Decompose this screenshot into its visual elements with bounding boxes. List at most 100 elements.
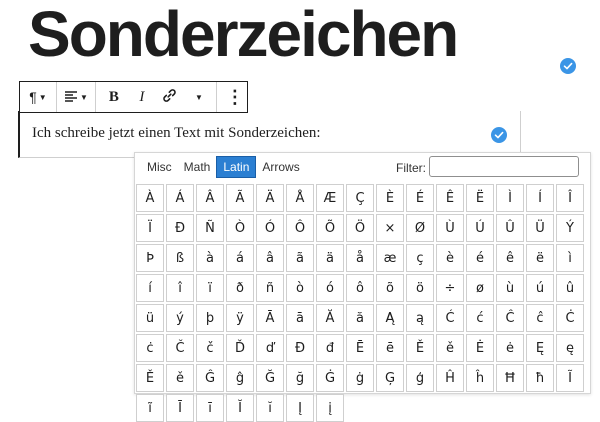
character-cell[interactable]: á: [226, 244, 254, 272]
character-cell[interactable]: Ě: [406, 334, 434, 362]
paragraph-text[interactable]: Ich schreibe jetzt einen Text mit Sonder…: [32, 125, 321, 142]
character-cell[interactable]: ġ: [346, 364, 374, 392]
character-cell[interactable]: Û: [496, 214, 524, 242]
character-cell[interactable]: ě: [166, 364, 194, 392]
character-cell[interactable]: ó: [316, 274, 344, 302]
character-cell[interactable]: Ę: [526, 334, 554, 362]
character-cell[interactable]: æ: [376, 244, 404, 272]
character-cell[interactable]: ï: [196, 274, 224, 302]
character-cell[interactable]: Į: [286, 394, 314, 422]
character-cell[interactable]: Ĥ: [436, 364, 464, 392]
character-cell[interactable]: Ď: [226, 334, 254, 362]
character-cell[interactable]: Ò: [226, 214, 254, 242]
character-cell[interactable]: ĝ: [226, 364, 254, 392]
character-cell[interactable]: Æ: [316, 184, 344, 212]
character-cell[interactable]: ö: [406, 274, 434, 302]
character-cell[interactable]: ñ: [256, 274, 284, 302]
character-cell[interactable]: ß: [166, 244, 194, 272]
character-cell[interactable]: ĩ: [136, 394, 164, 422]
character-cell[interactable]: ì: [556, 244, 584, 272]
character-cell[interactable]: ô: [346, 274, 374, 302]
character-cell[interactable]: Ý: [556, 214, 584, 242]
character-cell[interactable]: ç: [406, 244, 434, 272]
character-cell[interactable]: é: [466, 244, 494, 272]
italic-button[interactable]: I: [128, 83, 156, 111]
character-cell[interactable]: Ĩ: [556, 364, 584, 392]
character-cell[interactable]: ħ: [526, 364, 554, 392]
character-cell[interactable]: Ġ: [316, 364, 344, 392]
character-cell[interactable]: ù: [496, 274, 524, 302]
character-cell[interactable]: ü: [136, 304, 164, 332]
character-cell[interactable]: Ñ: [196, 214, 224, 242]
character-cell[interactable]: à: [196, 244, 224, 272]
character-cell[interactable]: ě: [436, 334, 464, 362]
character-cell[interactable]: Ą: [376, 304, 404, 332]
character-cell[interactable]: Ã: [226, 184, 254, 212]
character-cell[interactable]: č: [196, 334, 224, 362]
character-cell[interactable]: Ó: [256, 214, 284, 242]
character-cell[interactable]: Ī: [166, 394, 194, 422]
character-cell[interactable]: þ: [196, 304, 224, 332]
character-cell[interactable]: å: [346, 244, 374, 272]
character-cell[interactable]: ð: [226, 274, 254, 302]
more-rich-text-button[interactable]: ▼: [184, 83, 212, 111]
character-cell[interactable]: ÿ: [226, 304, 254, 332]
character-cell[interactable]: ê: [496, 244, 524, 272]
character-cell[interactable]: ę: [556, 334, 584, 362]
tab-misc[interactable]: Misc: [141, 157, 178, 177]
more-options-button[interactable]: ⋮: [221, 83, 249, 111]
character-cell[interactable]: Ú: [466, 214, 494, 242]
character-cell[interactable]: Ë: [466, 184, 494, 212]
character-cell[interactable]: õ: [376, 274, 404, 302]
character-cell[interactable]: Ĭ: [226, 394, 254, 422]
character-cell[interactable]: Ă: [316, 304, 344, 332]
character-cell[interactable]: Ć: [436, 304, 464, 332]
bold-button[interactable]: B: [100, 83, 128, 111]
character-cell[interactable]: Ě: [136, 364, 164, 392]
character-cell[interactable]: É: [406, 184, 434, 212]
character-cell[interactable]: Ā: [256, 304, 284, 332]
character-cell[interactable]: ć: [466, 304, 494, 332]
character-cell[interactable]: Ì: [496, 184, 524, 212]
character-cell[interactable]: Î: [556, 184, 584, 212]
character-cell[interactable]: Õ: [316, 214, 344, 242]
character-cell[interactable]: î: [166, 274, 194, 302]
character-cell[interactable]: Ğ: [256, 364, 284, 392]
tab-math[interactable]: Math: [178, 157, 217, 177]
character-cell[interactable]: À: [136, 184, 164, 212]
character-cell[interactable]: Č: [166, 334, 194, 362]
character-cell[interactable]: Đ: [286, 334, 314, 362]
character-cell[interactable]: ã: [286, 244, 314, 272]
character-cell[interactable]: Í: [526, 184, 554, 212]
character-cell[interactable]: ă: [346, 304, 374, 332]
character-cell[interactable]: Ĉ: [496, 304, 524, 332]
character-cell[interactable]: ğ: [286, 364, 314, 392]
character-cell[interactable]: ĭ: [256, 394, 284, 422]
character-cell[interactable]: Ù: [436, 214, 464, 242]
character-cell[interactable]: ē: [376, 334, 404, 362]
paragraph-block[interactable]: Ich schreibe jetzt einen Text mit Sonder…: [18, 111, 521, 158]
character-cell[interactable]: â: [256, 244, 284, 272]
character-cell[interactable]: ú: [526, 274, 554, 302]
character-cell[interactable]: Ċ: [556, 304, 584, 332]
character-cell[interactable]: Â: [196, 184, 224, 212]
character-cell[interactable]: ī: [196, 394, 224, 422]
align-button[interactable]: ▼: [61, 83, 91, 111]
character-cell[interactable]: Å: [286, 184, 314, 212]
character-cell[interactable]: Á: [166, 184, 194, 212]
character-cell[interactable]: ×: [376, 214, 404, 242]
character-cell[interactable]: į: [316, 394, 344, 422]
filter-input[interactable]: [429, 156, 579, 177]
character-cell[interactable]: È: [376, 184, 404, 212]
tab-arrows[interactable]: Arrows: [256, 157, 305, 177]
character-cell[interactable]: Ē: [346, 334, 374, 362]
character-cell[interactable]: Ä: [256, 184, 284, 212]
character-cell[interactable]: ċ: [136, 334, 164, 362]
character-cell[interactable]: Ç: [346, 184, 374, 212]
link-button[interactable]: [156, 83, 184, 111]
character-cell[interactable]: ý: [166, 304, 194, 332]
character-cell[interactable]: ĉ: [526, 304, 554, 332]
character-cell[interactable]: ā: [286, 304, 314, 332]
character-cell[interactable]: ø: [466, 274, 494, 302]
tab-latin[interactable]: Latin: [216, 156, 257, 178]
